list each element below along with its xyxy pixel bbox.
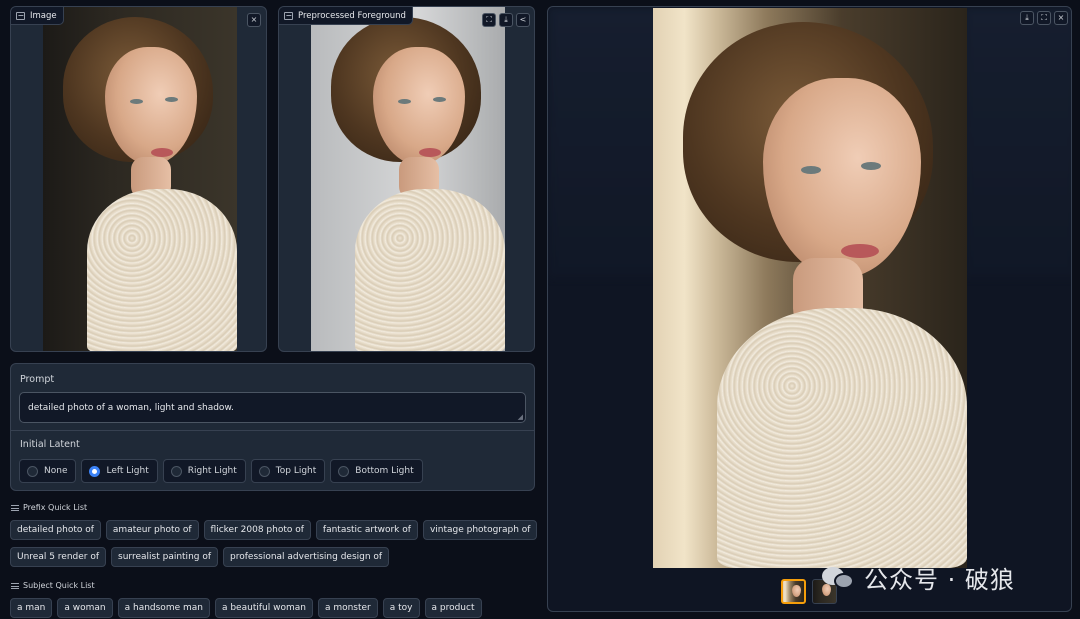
radio-dot-icon bbox=[338, 465, 350, 477]
subject-chip[interactable]: a beautiful woman bbox=[214, 598, 313, 618]
foreground-panel[interactable]: Preprocessed Foreground ⛶ ⤓ < bbox=[278, 6, 535, 352]
subject-chip[interactable]: a man bbox=[10, 598, 53, 618]
prompt-value: detailed photo of a woman, light and sha… bbox=[28, 403, 234, 413]
list-icon bbox=[11, 504, 19, 511]
input-image-label: Image bbox=[11, 7, 64, 25]
close-icon[interactable]: × bbox=[1054, 11, 1068, 25]
prompt-input[interactable]: detailed photo of a woman, light and sha… bbox=[19, 392, 526, 423]
subject-chip[interactable]: a handsome man bbox=[117, 598, 210, 618]
prefix-quick-list-title: Prefix Quick List bbox=[11, 503, 87, 512]
list-icon bbox=[11, 582, 19, 589]
wechat-icon bbox=[822, 565, 856, 591]
radio-bottom-light[interactable]: Bottom Light bbox=[330, 459, 423, 483]
prefix-chips-row-1: detailed photo of amateur photo of flick… bbox=[10, 520, 538, 540]
close-icon[interactable]: × bbox=[247, 13, 261, 27]
initial-latent-options: None Left Light Right Light Top Light Bo… bbox=[19, 459, 423, 483]
prefix-chip[interactable]: professional advertising design of bbox=[223, 547, 390, 567]
subject-chips-row: a man a woman a handsome man a beautiful… bbox=[10, 598, 482, 618]
radio-dot-icon bbox=[170, 465, 182, 477]
prefix-chip[interactable]: flicker 2008 photo of bbox=[203, 520, 311, 540]
subject-chip[interactable]: a toy bbox=[382, 598, 420, 618]
initial-latent-title: Initial Latent bbox=[20, 439, 80, 450]
radio-dot-icon bbox=[258, 465, 270, 477]
subject-chip[interactable]: a woman bbox=[57, 598, 113, 618]
radio-dot-icon bbox=[27, 465, 38, 477]
watermark: 公众号 · 破狼 bbox=[822, 560, 1015, 595]
subject-chip[interactable]: a product bbox=[424, 598, 482, 618]
result-gallery[interactable]: ⤓ ⛶ × bbox=[547, 6, 1072, 612]
prefix-chip[interactable]: amateur photo of bbox=[105, 520, 199, 540]
prompt-section: Prompt detailed photo of a woman, light … bbox=[10, 363, 535, 491]
radio-dot-icon bbox=[89, 465, 101, 477]
subject-chip[interactable]: a monster bbox=[317, 598, 378, 618]
radio-none[interactable]: None bbox=[19, 459, 77, 483]
prefix-chip[interactable]: surrealist painting of bbox=[111, 547, 219, 567]
download-icon[interactable]: ⤓ bbox=[499, 13, 513, 27]
prefix-chip[interactable]: vintage photograph of bbox=[422, 520, 538, 540]
divider bbox=[11, 430, 534, 431]
input-photo bbox=[43, 7, 237, 351]
foreground-label: Preprocessed Foreground bbox=[279, 7, 413, 25]
fullscreen-icon[interactable]: ⛶ bbox=[1037, 11, 1051, 25]
fullscreen-icon[interactable]: ⛶ bbox=[482, 13, 496, 27]
radio-right-light[interactable]: Right Light bbox=[162, 459, 246, 483]
foreground-photo bbox=[311, 7, 505, 351]
result-photo[interactable] bbox=[653, 8, 967, 568]
image-icon bbox=[284, 11, 293, 20]
prompt-title: Prompt bbox=[20, 374, 55, 385]
background-blur bbox=[963, 7, 1071, 277]
prefix-chips-row-2: Unreal 5 render of surrealist painting o… bbox=[10, 547, 390, 567]
background-blur bbox=[548, 7, 663, 277]
subject-quick-list-title: Subject Quick List bbox=[11, 581, 95, 590]
radio-top-light[interactable]: Top Light bbox=[250, 459, 326, 483]
resize-handle-icon[interactable]: ◢ bbox=[518, 413, 523, 421]
download-icon[interactable]: ⤓ bbox=[1020, 11, 1034, 25]
input-image-panel[interactable]: Image × bbox=[10, 6, 267, 352]
prefix-chip[interactable]: detailed photo of bbox=[10, 520, 101, 540]
image-icon bbox=[16, 11, 25, 20]
gallery-thumbnail[interactable] bbox=[781, 579, 806, 604]
prefix-chip[interactable]: Unreal 5 render of bbox=[10, 547, 107, 567]
radio-left-light[interactable]: Left Light bbox=[81, 459, 158, 483]
prefix-chip[interactable]: fantastic artwork of bbox=[315, 520, 418, 540]
share-icon[interactable]: < bbox=[516, 13, 530, 27]
